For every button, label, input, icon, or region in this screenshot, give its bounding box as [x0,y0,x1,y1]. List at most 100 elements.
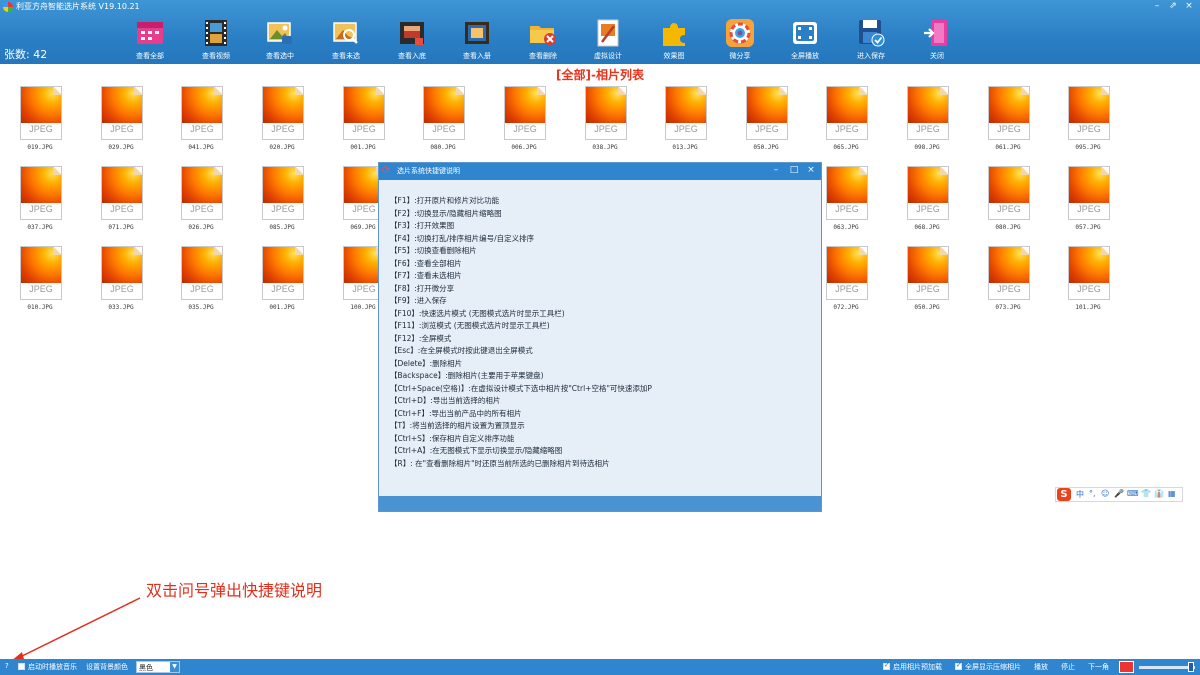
sogou-logo-icon[interactable]: S [1057,488,1071,501]
ime-emoji-icon[interactable]: ☺ [1101,489,1109,498]
fullscreen-compress-checkbox[interactable] [955,661,962,670]
stop-button[interactable]: 停止 [1061,662,1075,672]
view-unselected-button[interactable]: 查看未选 [318,18,374,62]
ime-toolbar: S 中 °, ☺ 🎤 ⌨ 👕 👔 ▦ [1055,487,1183,502]
photo-filename: 038.JPG [592,144,618,151]
photo-thumbnail[interactable]: JPEG 020.JPG [252,86,312,156]
view-video-button[interactable]: 查看视频 [188,18,244,62]
ime-clothes-icon[interactable]: 👔 [1154,489,1164,498]
photo-thumbnail[interactable]: JPEG 095.JPG [1058,86,1118,156]
view-in-album-button[interactable]: 查看入册 [449,18,505,62]
photo-thumbnail[interactable]: JPEG 041.JPG [171,86,231,156]
shortcut-help-dialog: ⟳ 选片系统快捷键说明 – □ × 【F1】:打开原片和修片对比功能 【F2】:切… [378,162,822,512]
micro-share-button[interactable]: 微分享 [712,18,768,62]
photo-thumbnail[interactable]: JPEG 071.JPG [91,166,151,236]
photo-thumbnail[interactable]: JPEG 085.JPG [252,166,312,236]
page-fold [53,247,61,255]
photo-thumbnail[interactable]: JPEG 050.JPG [736,86,796,156]
dialog-minimize-button[interactable]: – [769,165,783,175]
effect-image-button[interactable]: 效果图 [646,18,702,62]
film-frame-icon [400,22,424,45]
photo-thumbnail[interactable]: JPEG 001.JPG [252,246,312,316]
ime-tools-icon[interactable]: ▦ [1168,489,1176,498]
next-button[interactable]: 下一角 [1088,662,1109,672]
view-in-book-button[interactable]: 查看入底 [384,18,440,62]
photo-thumbnail[interactable]: JPEG 065.JPG [816,86,876,156]
photo-thumbnail[interactable]: JPEG 033.JPG [91,246,151,316]
close-label: 关闭 [930,52,944,60]
fullscreen-icon [793,22,817,44]
main-toolbar: 查看全部 查看视频 查看选中 查看未选 查看入底 查看入册 查看删除 虚拟设计 … [0,0,1200,64]
photo-thumbnail[interactable]: JPEG 098.JPG [897,86,957,156]
photo-thumbnail[interactable]: JPEG 050.JPG [897,246,957,316]
ime-punctuation-toggle[interactable]: °, [1089,489,1096,498]
speed-slider-track[interactable] [1139,666,1195,669]
record-icon[interactable] [1119,661,1134,673]
photo-thumbnail[interactable]: JPEG 073.JPG [978,246,1038,316]
photo-thumbnail[interactable]: JPEG 080.JPG [413,86,473,156]
ime-chinese-toggle[interactable]: 中 [1076,489,1084,500]
photo-thumbnail[interactable]: JPEG 019.JPG [10,86,70,156]
play-button[interactable]: 播放 [1034,662,1048,672]
page-fold [698,87,706,95]
photo-thumbnail[interactable]: JPEG 001.JPG [333,86,393,156]
speed-slider-handle[interactable] [1188,662,1194,672]
page-fold [214,247,222,255]
photo-filename: 072.JPG [833,304,859,311]
jpeg-file-icon: JPEG [181,86,223,140]
ime-keyboard-icon[interactable]: ⌨ [1127,489,1139,498]
page-fold [134,247,142,255]
dialog-close-button[interactable]: × [804,165,818,175]
photo-thumbnail[interactable]: JPEG 006.JPG [494,86,554,156]
photo-thumbnail[interactable]: JPEG 013.JPG [655,86,715,156]
photo-thumbnail[interactable]: JPEG 029.JPG [91,86,151,156]
dialog-maximize-button[interactable]: □ [787,165,801,175]
preload-checkbox[interactable] [883,661,890,670]
jpeg-file-icon: JPEG [504,86,546,140]
help-question-button[interactable]: ? [5,662,9,670]
photo-thumbnail[interactable]: JPEG 037.JPG [10,166,70,236]
photo-thumbnail[interactable]: JPEG 101.JPG [1058,246,1118,316]
photo-filename: 037.JPG [27,224,53,231]
jpeg-file-icon: JPEG [826,166,868,220]
photo-thumbnail[interactable]: JPEG 072.JPG [816,246,876,316]
bg-color-select[interactable]: 黑色 ▼ [136,661,180,673]
page-fold [779,87,787,95]
shortcut-line: 【F3】:打开效果图 [390,221,455,230]
view-selected-button[interactable]: 查看选中 [252,18,308,62]
virtual-design-button[interactable]: 虚拟设计 [580,18,636,62]
image-search-icon [333,22,358,44]
photo-thumbnail[interactable]: JPEG 080.JPG [978,166,1038,236]
ime-voice-icon[interactable]: 🎤 [1114,489,1124,498]
view-all-button[interactable]: 查看全部 [122,18,178,62]
jpeg-file-icon: JPEG [20,166,62,220]
photo-thumbnail[interactable]: JPEG 057.JPG [1058,166,1118,236]
photo-filename: 050.JPG [753,144,779,151]
fullscreen-play-button[interactable]: 全屏播放 [777,18,833,62]
photo-thumbnail[interactable]: JPEG 063.JPG [816,166,876,236]
enter-save-button[interactable]: 进入保存 [843,18,899,62]
photo-thumbnail[interactable]: JPEG 038.JPG [575,86,635,156]
view-deleted-label: 查看删除 [529,52,557,60]
jpeg-file-icon: JPEG [1068,86,1110,140]
jpeg-file-icon: JPEG [343,86,385,140]
photo-thumbnail[interactable]: JPEG 035.JPG [171,246,231,316]
close-button[interactable]: 关闭 [909,18,965,62]
view-selected-label: 查看选中 [266,52,294,60]
view-all-label: 查看全部 [136,52,164,60]
photo-thumbnail[interactable]: JPEG 010.JPG [10,246,70,316]
jpeg-file-icon: JPEG [1068,166,1110,220]
shortcut-line: 【F7】:查看未选相片 [390,271,462,280]
save-icon [859,20,885,47]
view-deleted-button[interactable]: 查看删除 [515,18,571,62]
music-checkbox[interactable] [18,663,25,670]
shortcut-line: 【F8】:打开微分享 [390,283,455,293]
photo-filename: 065.JPG [833,144,859,151]
design-icon [597,19,619,47]
photo-thumbnail[interactable]: JPEG 068.JPG [897,166,957,236]
ime-skin-icon[interactable]: 👕 [1141,489,1151,498]
photo-thumbnail[interactable]: JPEG 061.JPG [978,86,1038,156]
file-ext-label: JPEG [916,124,940,134]
photo-thumbnail[interactable]: JPEG 026.JPG [171,166,231,236]
bg-color-label: 设置背景颜色 [86,663,128,671]
